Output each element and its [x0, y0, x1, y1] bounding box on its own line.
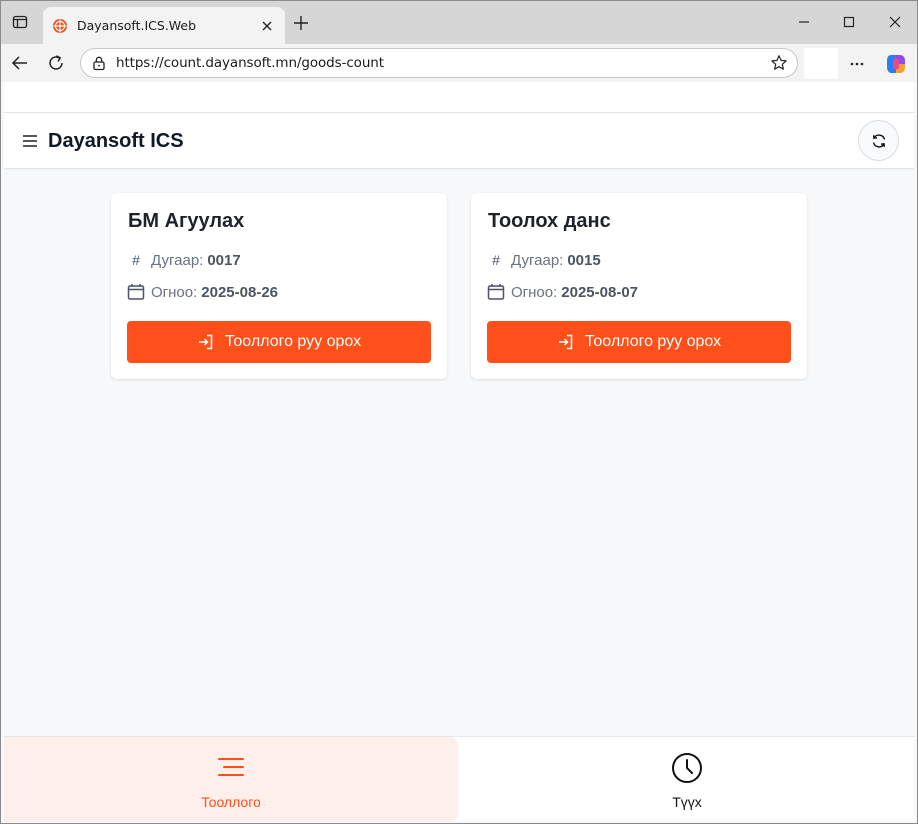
app-title: Dayansoft ICS [48, 130, 184, 152]
card-date-row: Огноо: 2025-08-26 [127, 283, 278, 301]
date-label: Огноо: [151, 283, 198, 301]
copilot-icon[interactable] [884, 52, 908, 76]
clock-icon [671, 752, 703, 784]
calendar-icon [487, 283, 505, 301]
address-bar[interactable]: https://count.dayansoft.mn/goods-count [80, 48, 798, 78]
page-top-strip [4, 82, 914, 112]
refresh-button[interactable] [858, 120, 899, 161]
enter-count-button[interactable]: Тооллого руу орох [487, 321, 791, 363]
tab-bar: Dayansoft.ICS.Web [1, 1, 917, 44]
bottom-navigation: Тооллого Түүх [4, 736, 914, 822]
nav-item-history[interactable]: Түүх [460, 737, 914, 822]
tab-actions-icon[interactable] [9, 11, 31, 33]
new-tab-icon[interactable] [291, 13, 311, 33]
calendar-icon [127, 283, 145, 301]
number-label: Дугаар: [151, 251, 204, 269]
number-label: Дугаар: [511, 251, 564, 269]
minimize-icon[interactable] [793, 11, 815, 33]
favicon-icon [52, 18, 68, 34]
number-value: 0017 [207, 251, 241, 269]
close-tab-icon[interactable] [259, 18, 275, 34]
card-number-row: # Дугаар: 0017 [127, 251, 241, 269]
more-options-icon[interactable] [846, 53, 868, 75]
maximize-icon[interactable] [838, 11, 860, 33]
date-value: 2025-08-07 [561, 283, 639, 301]
extension-slot[interactable] [804, 48, 838, 79]
enter-count-label: Тооллого руу орох [224, 333, 362, 350]
hash-icon: # [132, 252, 140, 268]
enter-count-button[interactable]: Тооллого руу орох [127, 321, 431, 363]
login-icon [557, 333, 575, 351]
url-text: https://count.dayansoft.mn/goods-count [116, 55, 384, 71]
card-title: БМ Агуулах [128, 210, 245, 232]
nav-item-counts[interactable]: Тооллого [4, 737, 458, 822]
hash-icon: # [492, 252, 500, 268]
close-window-icon[interactable] [884, 11, 906, 33]
card-date-row: Огноо: 2025-08-07 [487, 283, 638, 301]
favorite-star-icon[interactable] [769, 53, 789, 73]
back-icon[interactable] [9, 52, 31, 74]
nav-label-counts: Тооллого [201, 794, 261, 810]
reload-icon[interactable] [45, 52, 67, 74]
browser-tab[interactable]: Dayansoft.ICS.Web [43, 7, 285, 44]
refresh-icon [871, 133, 887, 149]
enter-count-label: Тооллого руу орох [584, 333, 722, 350]
hamburger-menu-icon[interactable] [22, 133, 38, 149]
login-icon [197, 333, 215, 351]
list-icon [215, 752, 247, 784]
app-header: Dayansoft ICS [4, 112, 914, 169]
card-title: Тоолох данс [488, 210, 611, 232]
card-number-row: # Дугаар: 0015 [487, 251, 601, 269]
number-value: 0015 [567, 251, 601, 269]
tab-title: Dayansoft.ICS.Web [77, 18, 197, 33]
date-label: Огноо: [511, 283, 558, 301]
lock-icon [91, 55, 107, 71]
count-card: Тоолох данс # Дугаар: 0015 Огноо: 2025-0… [471, 193, 807, 379]
count-card: БМ Агуулах # Дугаар: 0017 Огноо: 2025-08… [111, 193, 447, 379]
browser-window: Dayansoft.ICS.Web https://count.dayansof… [0, 0, 918, 824]
date-value: 2025-08-26 [201, 283, 279, 301]
nav-label-history: Түүх [672, 794, 702, 810]
browser-toolbar: https://count.dayansoft.mn/goods-count [1, 44, 917, 82]
